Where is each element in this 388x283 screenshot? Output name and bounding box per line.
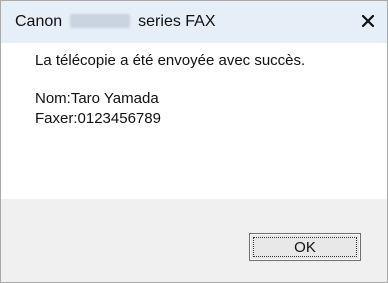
recipient-name: Nom:Taro Yamada <box>35 90 159 107</box>
success-message: La télécopie a été envoyée avec succès. <box>35 52 306 69</box>
redacted-model <box>70 14 131 28</box>
button-area: OK <box>1 199 387 282</box>
fax-dialog: Canon series FAX La télécopie a été envoy… <box>0 0 388 283</box>
close-button[interactable] <box>357 10 379 32</box>
close-icon <box>362 15 374 27</box>
title-prefix: Canon <box>15 13 63 30</box>
fax-number: Faxer:0123456789 <box>35 110 161 127</box>
window-title: Canon series FAX <box>15 13 216 31</box>
title-bar[interactable]: Canon series FAX <box>1 1 387 43</box>
title-suffix: series FAX <box>138 13 216 30</box>
ok-button-label: OK <box>294 238 316 256</box>
ok-button[interactable]: OK <box>249 233 361 261</box>
